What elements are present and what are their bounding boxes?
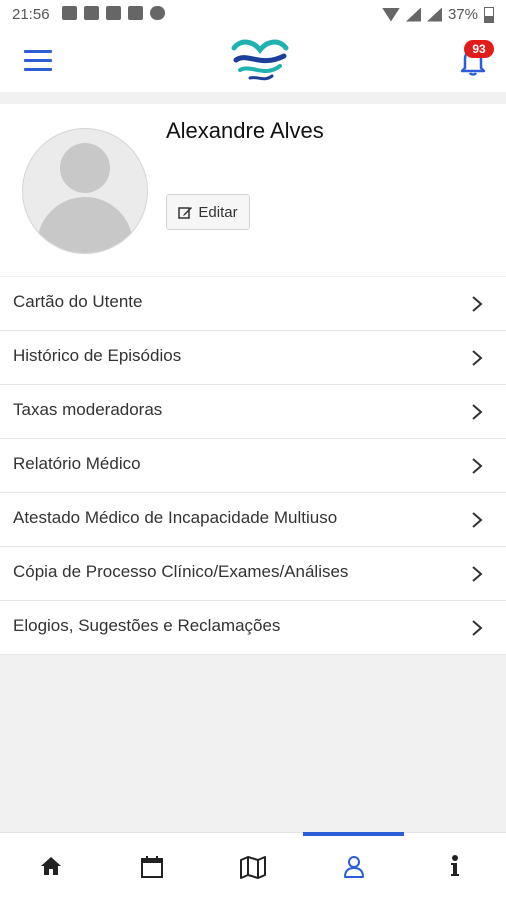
home-icon [40,857,61,875]
map-icon [239,856,266,879]
list-item-label: Atestado Médico de Incapacidade Multiuso [13,508,338,527]
tab-calendar[interactable] [101,833,202,901]
user-icon [343,856,364,878]
cloud-icon [150,6,165,20]
list-item-label: Elogios, Sugestões e Reclamações [13,616,281,635]
chevron-right-icon [472,566,483,582]
status-time: 21:56 [12,6,50,23]
signal-icon [405,7,421,22]
battery-icon [484,6,494,23]
app-icon [84,6,99,20]
list-item[interactable]: Cartão do Utente [0,277,506,331]
tab-home[interactable] [0,833,101,901]
notification-icons [62,6,165,20]
hamburger-icon[interactable] [24,50,52,72]
list-item[interactable]: Histórico de Episódios [0,331,506,385]
tab-profile[interactable] [303,832,404,901]
app-icon [128,6,143,20]
profile-name: Alexandre Alves [166,118,324,143]
tab-info[interactable] [404,833,505,901]
chevron-right-icon [472,404,483,420]
avatar [22,128,148,254]
chevron-right-icon [472,296,483,312]
list-item[interactable]: Atestado Médico de Incapacidade Multiuso [0,493,506,547]
status-bar: 21:56 37% [0,0,506,30]
wifi-icon [381,7,400,22]
list-item-label: Relatório Médico [13,454,141,473]
edit-label: Editar [198,203,238,221]
app-header: 93 [0,30,506,92]
youtube-icon [62,6,77,20]
bottom-nav [0,832,506,901]
menu-list: Cartão do Utente Histórico de Episódios … [0,277,506,655]
signal-icon [426,7,442,22]
tab-map[interactable] [202,833,303,901]
battery-percent: 37% [447,6,478,23]
list-item[interactable]: Cópia de Processo Clínico/Exames/Análise… [0,547,506,601]
info-icon [450,855,459,876]
chevron-right-icon [472,350,483,366]
list-item[interactable]: Relatório Médico [0,439,506,493]
edit-icon [178,206,193,219]
list-item[interactable]: Elogios, Sugestões e Reclamações [0,601,506,655]
chevron-right-icon [472,620,483,636]
chevron-right-icon [472,458,483,474]
profile-card: Alexandre Alves Editar [0,104,506,276]
edit-button[interactable]: Editar [166,194,250,230]
app-icon [106,6,121,20]
heart-wave-logo [231,39,289,81]
list-item-label: Cópia de Processo Clínico/Exames/Análise… [13,562,349,581]
calendar-icon [140,856,163,878]
list-item-label: Cartão do Utente [13,292,143,311]
list-item-label: Taxas moderadoras [13,400,163,419]
list-item[interactable]: Taxas moderadoras [0,385,506,439]
chevron-right-icon [472,512,483,528]
list-item-label: Histórico de Episódios [13,346,182,365]
notification-badge: 93 [464,40,494,58]
